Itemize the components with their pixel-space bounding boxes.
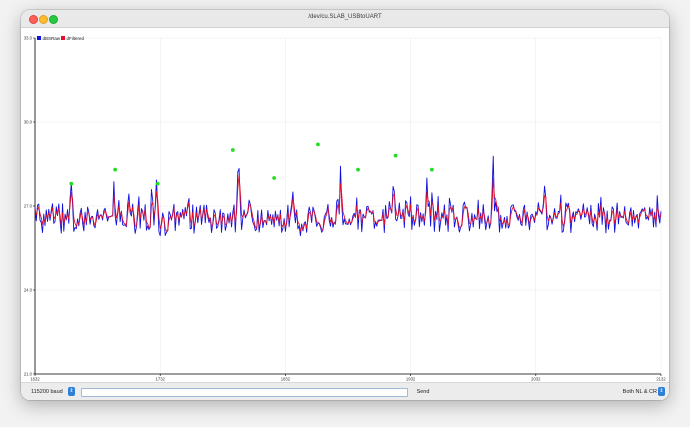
x-tick-label: 1732 (156, 377, 166, 382)
series-line-filtered (34, 175, 662, 232)
bottom-toolbar: 115200 baud ⇕ Send Both NL & CR ⇕ (21, 382, 669, 400)
line-ending-select[interactable]: Both NL & CR (611, 387, 657, 397)
plot-axes: 21.024.027.030.033.01632 1732 1832 1932 2032… (24, 36, 666, 382)
x-tick-label: 1632 (30, 377, 40, 382)
y-tick-label: 24.0 (24, 288, 33, 293)
window-title: /dev/cu.SLAB_USBtoUART (308, 14, 382, 20)
line-ending-stepper-icon[interactable]: ⇕ (658, 387, 665, 396)
peak-marker (113, 167, 118, 172)
title-bar: /dev/cu.SLAB_USBtoUART (21, 10, 669, 28)
serial-plot: 21.024.027.030.033.01632 1732 1832 1932 2032… (24, 36, 666, 382)
peak-marker (69, 181, 74, 186)
peak-marker (393, 153, 398, 158)
plot-series (34, 155, 662, 237)
y-tick-label: 27.0 (24, 204, 33, 209)
legend-label-raw: dBSRaw (43, 36, 61, 41)
x-tick-label: 1932 (406, 377, 416, 382)
peak-marker (316, 142, 320, 147)
legend-swatch-raw[interactable] (37, 36, 41, 40)
message-input[interactable] (81, 388, 408, 397)
x-tick-label: 2032 (531, 377, 541, 382)
legend-label-filtered: dFiltered (67, 36, 85, 41)
peak-marker (230, 148, 235, 152)
peak-marker (429, 167, 434, 172)
x-tick-label: 1832 (281, 377, 291, 382)
y-tick-label: 33.0 (24, 36, 33, 41)
send-button[interactable]: Send (407, 387, 439, 397)
plot-legend[interactable]: dBSRaw dFiltered (37, 36, 85, 41)
plot-peaks (69, 142, 434, 186)
y-tick-label: 30.0 (24, 120, 33, 125)
serial-plotter-window: /dev/cu.SLAB_USBtoUART 21.0 24.0 27.0 30.0 3… (21, 10, 669, 400)
peak-marker (356, 167, 360, 172)
legend-swatch-filtered[interactable] (61, 36, 65, 40)
x-tick-label: 2132 (656, 377, 666, 382)
peak-marker (272, 176, 277, 180)
peak-marker (155, 181, 160, 186)
baud-select-stepper-icon[interactable]: ⇕ (68, 387, 75, 396)
